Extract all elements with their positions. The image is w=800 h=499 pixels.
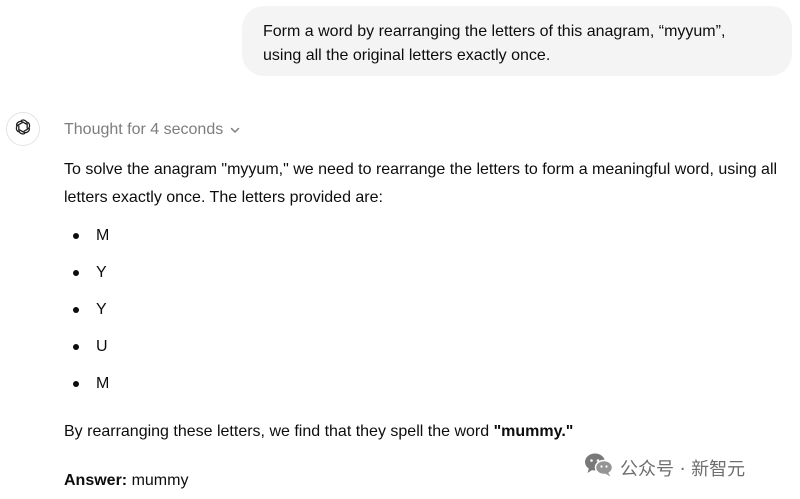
result-word: "mummy." xyxy=(493,423,574,440)
watermark: 公众号 · 新智元 xyxy=(584,452,745,483)
bullet-icon xyxy=(73,233,79,239)
assistant-intro-text: To solve the anagram "myyum," we need to… xyxy=(64,161,778,206)
answer-value: mummy xyxy=(127,472,189,489)
result-prefix: By rearranging these letters, we find th… xyxy=(64,423,494,440)
letter-text: M xyxy=(96,375,110,392)
wechat-icon xyxy=(584,452,614,483)
assistant-avatar xyxy=(6,112,40,146)
letter-text: M xyxy=(96,227,110,244)
bullet-icon xyxy=(73,307,79,313)
bullet-icon xyxy=(73,344,79,350)
list-item: Y xyxy=(64,296,109,333)
chat-page: Form a word by rearranging the letters o… xyxy=(0,0,800,499)
chevron-down-icon xyxy=(229,124,241,136)
thought-label: Thought for 4 seconds xyxy=(64,121,224,138)
answer-label: Answer: xyxy=(64,472,128,489)
user-message-line-1: Form a word by rearranging the letters o… xyxy=(263,23,726,40)
list-item: M xyxy=(64,222,109,259)
letters-list: M Y Y U M xyxy=(64,222,109,407)
thought-toggle[interactable]: Thought for 4 seconds xyxy=(64,119,241,141)
watermark-text: 公众号 · 新智元 xyxy=(620,458,746,480)
list-item: U xyxy=(64,333,109,370)
list-item: Y xyxy=(64,259,109,296)
user-message-bubble: Form a word by rearranging the letters o… xyxy=(242,6,792,76)
list-item: M xyxy=(64,370,109,407)
result-paragraph: By rearranging these letters, we find th… xyxy=(64,418,573,446)
bullet-icon xyxy=(73,270,79,276)
openai-logo-icon xyxy=(13,117,33,142)
letter-text: U xyxy=(96,338,108,355)
letter-text: Y xyxy=(96,301,107,318)
letter-text: Y xyxy=(96,264,107,281)
user-message-line-2: using all the original letters exactly o… xyxy=(263,47,551,64)
bullet-icon xyxy=(73,381,79,387)
answer-paragraph: Answer: mummy xyxy=(64,467,188,495)
